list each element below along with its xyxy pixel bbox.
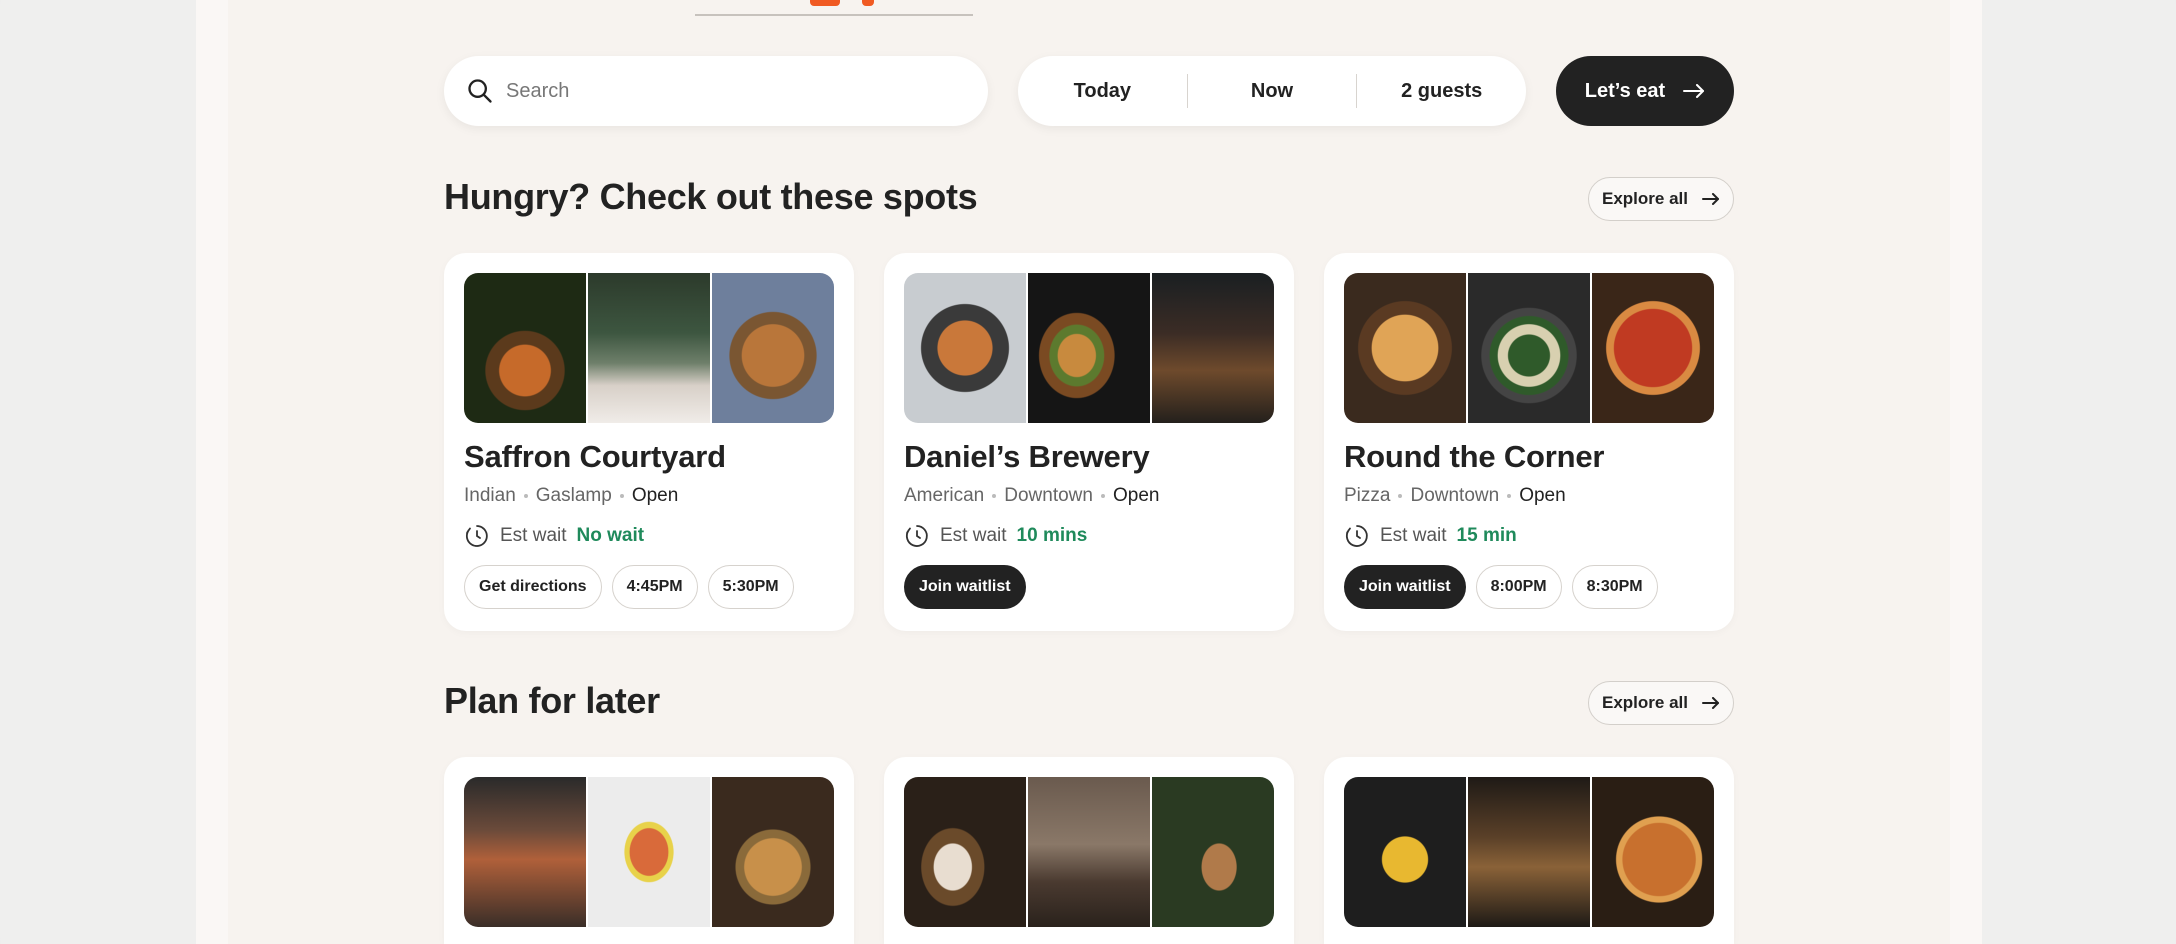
drink-photo (1152, 777, 1274, 927)
open-status: Open (1112, 485, 1160, 506)
photo-strip (904, 273, 1274, 423)
food-photo (1468, 273, 1590, 423)
explore-all-button[interactable]: Explore all (1588, 681, 1734, 725)
search-input[interactable] (506, 79, 946, 103)
arrow-right-icon (1701, 697, 1719, 709)
date-selector[interactable]: Today (1018, 80, 1187, 103)
time-selector[interactable]: Now (1188, 80, 1357, 103)
search-icon (468, 79, 492, 103)
lets-eat-button[interactable]: Let’s eat (1556, 56, 1734, 126)
wait-value: 15 min (1456, 525, 1517, 546)
lets-eat-label: Let’s eat (1584, 79, 1666, 102)
wait-value: No wait (576, 525, 645, 546)
reservation-picker: Today Now 2 guests (1018, 56, 1526, 126)
clock-icon (465, 525, 488, 547)
food-photo (1344, 777, 1466, 927)
food-photo (464, 273, 586, 423)
restaurant-meta: Pizza Downtown Open (1344, 485, 1566, 507)
join-waitlist-button[interactable]: Join waitlist (1344, 565, 1466, 609)
open-status: Open (1519, 485, 1566, 506)
neighborhood: Downtown (1004, 485, 1093, 506)
wait-time: Est wait 10 mins (904, 523, 1087, 549)
interior-photo (1028, 777, 1150, 927)
photo-strip (464, 777, 834, 927)
explore-all-button[interactable]: Explore all (1588, 177, 1734, 221)
restaurant-meta: American Downtown Open (904, 485, 1159, 507)
photo-strip (904, 777, 1274, 927)
food-photo (712, 777, 834, 927)
time-slot-button[interactable]: 5:30PM (707, 565, 794, 609)
separator-dot (619, 494, 624, 498)
restaurant-card[interactable] (1324, 757, 1734, 944)
wait-time: Est wait No wait (464, 523, 644, 549)
wait-time: Est wait 15 min (1344, 523, 1517, 549)
time-slot-button[interactable]: 4:45PM (611, 565, 698, 609)
restaurant-name[interactable]: Round the Corner (1344, 439, 1604, 475)
food-photo (1592, 273, 1714, 423)
section-title-hungry: Hungry? Check out these spots (444, 176, 978, 217)
guests-selector[interactable]: 2 guests (1357, 80, 1526, 103)
cuisine: Pizza (1344, 485, 1391, 506)
food-photo (588, 777, 710, 927)
food-photo (1344, 273, 1466, 423)
clock-icon (1345, 525, 1368, 547)
join-waitlist-button[interactable]: Join waitlist (904, 565, 1026, 609)
interior-photo (588, 273, 710, 423)
cuisine: American (904, 485, 985, 506)
wait-label: Est wait (1380, 525, 1447, 546)
arrow-right-icon (1701, 193, 1719, 205)
photo-strip (1344, 777, 1714, 927)
time-slot-button[interactable]: 8:00PM (1475, 565, 1562, 609)
wait-label: Est wait (940, 525, 1007, 546)
wait-value: 10 mins (1016, 525, 1088, 546)
separator-dot (1100, 494, 1105, 498)
card-actions: Get directions 4:45PM 5:30PM (464, 565, 794, 609)
restaurant-card[interactable] (884, 757, 1294, 944)
clock-icon (905, 525, 928, 547)
arrow-right-icon (1683, 84, 1705, 98)
interior-photo (1468, 777, 1590, 927)
separator-dot (1507, 494, 1512, 498)
search-bar[interactable] (444, 56, 988, 126)
hero-underline (695, 14, 973, 16)
wait-label: Est wait (500, 525, 567, 546)
separator-dot (523, 494, 528, 498)
food-photo (1592, 777, 1714, 927)
food-photo (904, 273, 1026, 423)
restaurant-card[interactable]: Daniel’s Brewery American Downtown Open … (884, 253, 1294, 631)
photo-strip (464, 273, 834, 423)
explore-all-label: Explore all (1602, 693, 1688, 712)
restaurant-name[interactable]: Daniel’s Brewery (904, 439, 1150, 475)
separator-dot (1398, 494, 1403, 498)
hero-title-fragment (862, 0, 874, 6)
separator-dot (992, 494, 997, 498)
card-actions: Join waitlist (904, 565, 1026, 609)
interior-photo (464, 777, 586, 927)
restaurant-card[interactable]: Saffron Courtyard Indian Gaslamp Open Es… (444, 253, 854, 631)
cuisine: Indian (464, 485, 516, 506)
open-status: Open (631, 485, 679, 506)
card-actions: Join waitlist 8:00PM 8:30PM (1344, 565, 1658, 609)
interior-photo (1152, 273, 1274, 423)
section-title-plan-later: Plan for later (444, 680, 660, 721)
photo-strip (1344, 273, 1714, 423)
restaurant-card[interactable]: Round the Corner Pizza Downtown Open Est… (1324, 253, 1734, 631)
restaurant-meta: Indian Gaslamp Open (464, 485, 678, 507)
restaurant-card[interactable] (444, 757, 854, 944)
get-directions-button[interactable]: Get directions (464, 565, 602, 609)
time-slot-button[interactable]: 8:30PM (1571, 565, 1658, 609)
restaurant-name[interactable]: Saffron Courtyard (464, 439, 726, 475)
food-photo (1028, 273, 1150, 423)
food-photo (904, 777, 1026, 927)
neighborhood: Downtown (1410, 485, 1500, 506)
hero-title-fragment (810, 0, 840, 6)
explore-all-label: Explore all (1602, 189, 1688, 208)
neighborhood: Gaslamp (535, 485, 612, 506)
food-photo (712, 273, 834, 423)
